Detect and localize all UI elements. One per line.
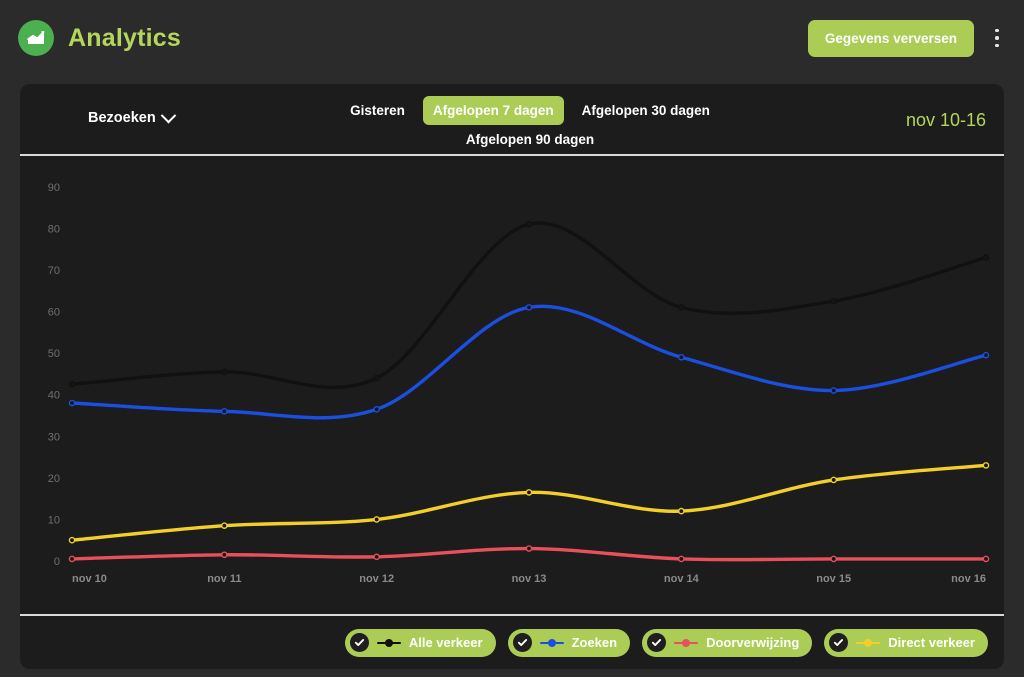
y-axis-ticks: 0 10 20 30 40 50 60 70 80 90 xyxy=(48,182,60,568)
y-axis-tick-label: 80 xyxy=(48,223,60,235)
series-data-point[interactable] xyxy=(982,555,990,563)
series-data-point[interactable] xyxy=(525,545,533,552)
metric-selector[interactable]: Bezoeken xyxy=(88,107,176,126)
legend-item-doorverwijzing[interactable]: Doorverwijzing xyxy=(642,628,813,657)
series-marker-icon xyxy=(376,638,401,648)
legend-label: Doorverwijzing xyxy=(706,635,800,650)
series-data-point[interactable] xyxy=(373,405,380,413)
series-data-point[interactable] xyxy=(678,555,685,563)
app-header: Analytics Gegevens verversen xyxy=(0,0,1024,76)
x-axis-tick-label: nov 10 xyxy=(72,573,107,585)
series-data-point[interactable] xyxy=(525,304,533,311)
kebab-dot xyxy=(995,43,999,48)
x-axis-tick-label: nov 11 xyxy=(207,573,241,585)
series-marker-icon xyxy=(539,638,564,648)
series-data-point[interactable] xyxy=(830,297,837,305)
check-icon xyxy=(647,633,667,652)
chevron-down-icon xyxy=(160,107,176,123)
date-range-label: nov 10-16 xyxy=(905,110,986,130)
series-data-point[interactable] xyxy=(221,368,228,376)
series-data-point[interactable] xyxy=(525,489,533,496)
series-data-point[interactable] xyxy=(221,551,228,559)
x-axis-ticks: nov 10 nov 11 nov 12 nov 13 nov 14 nov 15 nov … xyxy=(72,573,986,585)
chart-legend: Alle verkeer Zoeken Doorverwijzing Direc… xyxy=(20,616,1004,669)
page-title: Analytics xyxy=(68,23,181,52)
legend-label: Alle verkeer xyxy=(408,635,483,650)
tab-last-90-days[interactable]: Afgelopen 90 dagen xyxy=(456,125,604,154)
series-data-point[interactable] xyxy=(830,555,837,563)
y-axis-tick-label: 70 xyxy=(48,265,60,277)
series-data-point[interactable] xyxy=(373,553,380,561)
series-line xyxy=(70,463,988,542)
chart-plot-area: 0 10 20 30 40 50 60 70 80 90 nov 10 nov 11 nov 12 no… xyxy=(20,156,1004,615)
series-data-point[interactable] xyxy=(678,353,685,361)
brand: Analytics xyxy=(18,20,181,56)
legend-label: Zoeken xyxy=(571,635,618,650)
series-data-point[interactable] xyxy=(68,536,76,544)
refresh-data-button[interactable]: Gegevens verversen xyxy=(807,19,974,57)
line-chart: 0102030405060708090 nov 10 nov 11 nov 12 no… xyxy=(48,182,990,585)
metric-selector-label: Bezoeken xyxy=(88,110,156,126)
series-data-point[interactable] xyxy=(68,555,76,563)
tab-yesterday[interactable]: Gisteren xyxy=(340,96,415,125)
series-layer xyxy=(68,220,990,563)
chart-line-up-icon xyxy=(18,20,54,56)
chart-series xyxy=(68,304,990,420)
tab-last-30-days[interactable]: Afgelopen 30 dagen xyxy=(572,96,720,125)
y-axis-tick-label: 30 xyxy=(48,431,60,443)
series-data-point[interactable] xyxy=(982,254,990,261)
chart-toolbar: Bezoeken Gisteren Afgelopen 7 dagen Afge… xyxy=(20,84,1004,156)
series-data-point[interactable] xyxy=(373,516,380,523)
series-data-point[interactable] xyxy=(830,476,837,484)
date-range-tabs: Gisteren Afgelopen 7 dagen Afgelopen 30 … xyxy=(320,96,740,154)
analytics-card: Bezoeken Gisteren Afgelopen 7 dagen Afge… xyxy=(20,84,1004,669)
y-axis-tick-label: 0 xyxy=(54,556,60,568)
kebab-dot xyxy=(995,28,999,33)
series-data-point[interactable] xyxy=(373,374,380,382)
kebab-dot xyxy=(995,36,999,40)
x-axis-tick-label: nov 16 xyxy=(951,573,986,585)
y-axis-tick-label: 50 xyxy=(48,348,60,360)
chart-series xyxy=(68,462,990,544)
y-axis-tick-label: 60 xyxy=(48,307,60,319)
series-data-point[interactable] xyxy=(982,462,990,469)
series-data-point[interactable] xyxy=(830,387,837,394)
series-data-point[interactable] xyxy=(678,507,685,515)
series-data-point[interactable] xyxy=(525,220,533,228)
kebab-menu-icon[interactable] xyxy=(984,21,1010,55)
legend-item-direct-verkeer[interactable]: Direct verkeer xyxy=(824,628,988,657)
header-actions: Gegevens verversen xyxy=(807,19,1010,57)
legend-item-zoeken[interactable]: Zoeken xyxy=(507,628,631,657)
series-data-point[interactable] xyxy=(678,304,685,311)
x-axis-tick-label: nov 14 xyxy=(664,573,700,585)
y-axis-tick-label: 40 xyxy=(48,390,60,402)
legend-item-alle-verkeer[interactable]: Alle verkeer xyxy=(344,628,496,657)
check-icon xyxy=(829,633,849,652)
x-axis-tick-label: nov 12 xyxy=(359,573,394,585)
series-marker-icon xyxy=(674,638,699,648)
check-icon xyxy=(512,633,532,652)
chart-series xyxy=(68,545,990,563)
series-data-point[interactable] xyxy=(68,380,76,388)
y-axis-tick-label: 10 xyxy=(48,514,60,526)
x-axis-tick-label: nov 13 xyxy=(512,573,547,585)
series-data-point[interactable] xyxy=(68,399,76,407)
series-line xyxy=(70,304,988,420)
y-axis-tick-label: 20 xyxy=(48,473,60,485)
series-data-point[interactable] xyxy=(982,351,990,359)
x-axis-tick-label: nov 15 xyxy=(816,573,851,585)
series-data-point[interactable] xyxy=(221,522,228,529)
check-icon xyxy=(349,633,369,652)
tab-last-7-days[interactable]: Afgelopen 7 dagen xyxy=(422,96,564,125)
series-data-point[interactable] xyxy=(221,408,228,415)
legend-label: Direct verkeer xyxy=(888,635,975,650)
y-axis-tick-label: 90 xyxy=(48,182,60,194)
series-marker-icon xyxy=(856,638,881,648)
